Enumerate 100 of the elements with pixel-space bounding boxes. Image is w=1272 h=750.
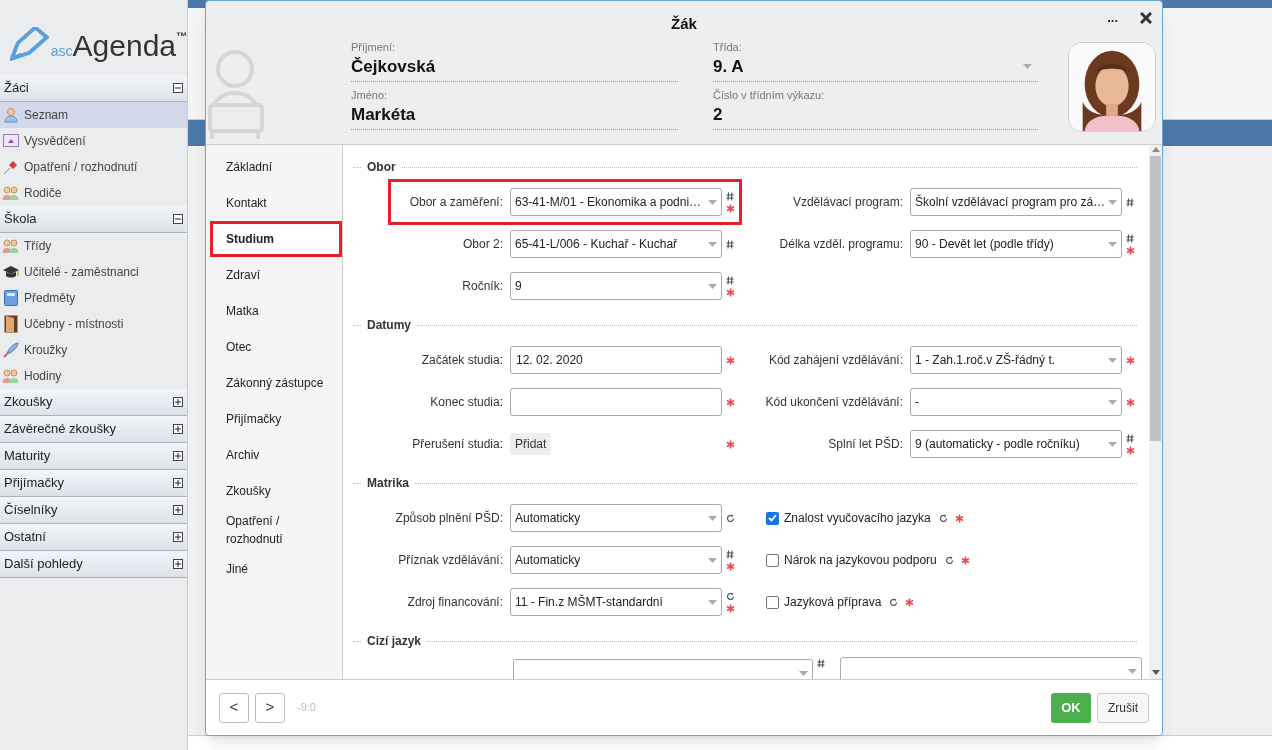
window-title: Žák [671, 14, 697, 34]
caret-icon [799, 671, 808, 676]
sidebar-item[interactable]: Třídy [0, 233, 187, 259]
expand-icon[interactable] [173, 505, 183, 515]
checkbox[interactable] [766, 595, 779, 609]
caret-icon [1108, 442, 1117, 447]
expand-icon[interactable] [173, 532, 183, 542]
section-header[interactable]: Další pohledy [0, 551, 187, 578]
refresh-icon[interactable] [944, 555, 954, 565]
sidebar-item[interactable]: Rodiče [0, 180, 187, 206]
dropdown[interactable]: 11 - Fin.z MŠMT-standardní [510, 588, 722, 616]
field-label: Zdroj financování: [406, 594, 503, 611]
dropdown[interactable]: Automaticky [510, 504, 722, 532]
caret-icon [1023, 64, 1032, 69]
caret-icon [1108, 200, 1117, 205]
field-label: Jméno: [351, 88, 389, 103]
collapse-icon[interactable] [173, 83, 183, 93]
section-header[interactable]: Přijímačky [0, 470, 187, 497]
section-title: Obor [367, 159, 396, 176]
field-label: Kód ukončení vzdělávání: [764, 394, 903, 411]
caret-icon [1108, 400, 1117, 405]
expand-icon[interactable] [173, 451, 183, 461]
sidebar-item[interactable]: Vysvědčení [0, 128, 187, 154]
sidebar-item[interactable]: Seznam [0, 102, 187, 128]
close-icon[interactable] [1140, 11, 1152, 24]
field-label: Konec studia: [429, 394, 503, 411]
dropdown[interactable]: 9 (automaticky - podle ročníku) [910, 430, 1122, 458]
add-button[interactable]: Přidat [510, 433, 552, 455]
cancel-button[interactable]: Zrušit [1097, 692, 1149, 723]
field-label: Vzdělávací program: [791, 194, 903, 211]
next-button[interactable]: > [255, 692, 285, 723]
checkbox-label: Jazyková příprava [784, 594, 882, 611]
field-value: Markéta [351, 103, 416, 126]
section-header[interactable]: Číselníky [0, 497, 187, 524]
sidebar-item[interactable]: Kroužky [0, 337, 187, 363]
nav-tab[interactable]: Přijímačky [210, 401, 342, 437]
sidebar-item[interactable]: Učebny - místnosti [0, 311, 187, 337]
section-header[interactable]: Zkoušky [0, 389, 187, 416]
caret-icon [1108, 358, 1117, 363]
refresh-icon[interactable] [889, 597, 899, 607]
section-header[interactable]: Maturity [0, 443, 187, 470]
field-label: Obor a zaměření: [408, 194, 503, 211]
nav-tab[interactable]: Jiné [210, 551, 342, 587]
expand-icon[interactable] [173, 424, 183, 434]
scroll-down-icon[interactable] [1151, 670, 1160, 675]
dropdown[interactable]: - [910, 388, 1122, 416]
field-label: Délka vzděl. programu: [778, 236, 903, 253]
section-header[interactable]: Ostatní [0, 524, 187, 551]
expand-icon[interactable] [173, 559, 183, 569]
dropdown[interactable]: Automaticky [510, 546, 722, 574]
nav-tab[interactable]: Zkoušky [210, 473, 342, 509]
dropdown[interactable]: 9 [510, 272, 722, 300]
caret-icon [708, 558, 717, 563]
field-label: Příznak vzdělávání: [397, 552, 503, 569]
field-label: Začátek studia: [420, 352, 503, 369]
nav-tab[interactable]: Opatření / rozhodnutí [210, 509, 342, 551]
caret-icon [708, 284, 717, 289]
field-label: Třída: [713, 40, 743, 55]
nav-tab[interactable]: Zdraví [210, 257, 342, 293]
checkbox-label: Znalost vyučovacího jazyka [784, 510, 931, 527]
more-button[interactable]: ... [1107, 11, 1118, 24]
nav-tab[interactable]: Otec [210, 329, 342, 365]
refresh-icon[interactable] [725, 591, 735, 601]
nav-tab[interactable]: Matka [210, 293, 342, 329]
field-label: Splní let PŠD: [827, 435, 903, 453]
section-title: Cizí jazyk [367, 633, 422, 650]
field-label: Způsob plnění PŠD: [394, 509, 503, 527]
checkbox[interactable] [766, 511, 779, 525]
check-icon [768, 514, 777, 522]
dropdown[interactable]: 63-41-M/01 - Ekonomika a podni… [510, 188, 722, 216]
logo-text: ascAgenda™ [50, 31, 187, 61]
nav-tab[interactable]: Základní [210, 149, 342, 185]
date-field[interactable] [510, 388, 722, 416]
sidebar-item[interactable]: Učitelé - zaměstnanci [0, 259, 187, 285]
scrollbar-thumb[interactable] [1150, 156, 1161, 441]
nav-tab[interactable]: Zákonný zástupce [210, 365, 342, 401]
date-field[interactable]: 12. 02. 2020 [510, 346, 722, 374]
previous-button[interactable]: < [219, 692, 249, 723]
nav-tab[interactable]: Archiv [210, 437, 342, 473]
refresh-icon[interactable] [938, 513, 948, 523]
dropdown[interactable]: 65-41-L/006 - Kuchař - Kuchař [510, 230, 722, 258]
collapse-icon[interactable] [173, 214, 183, 224]
refresh-icon[interactable] [725, 513, 735, 523]
people-icon [2, 238, 20, 254]
expand-icon[interactable] [173, 478, 183, 488]
nav-tab[interactable]: Studium [210, 221, 342, 257]
section-title: Matrika [367, 475, 410, 492]
section-header[interactable]: Škola [0, 206, 187, 233]
sidebar-item[interactable]: Předměty [0, 285, 187, 311]
field-label: Příjmení: [351, 40, 396, 55]
nav-tab[interactable]: Kontakt [210, 185, 342, 221]
sidebar-item[interactable]: Hodiny [0, 363, 187, 389]
dropdown[interactable]: 90 - Devět let (podle třídy) [910, 230, 1122, 258]
expand-icon[interactable] [173, 397, 183, 407]
dropdown[interactable]: 1 - Zah.1.roč.v ZŠ-řádný t. [910, 346, 1122, 374]
section-header[interactable]: Závěrečné zkoušky [0, 416, 187, 443]
checkbox[interactable] [766, 553, 779, 567]
sidebar-item[interactable]: Opatření / rozhodnutí [0, 154, 187, 180]
dropdown[interactable]: Školní vzdělávací program pro zá… [910, 188, 1122, 216]
section-header[interactable]: Žáci [0, 75, 187, 102]
